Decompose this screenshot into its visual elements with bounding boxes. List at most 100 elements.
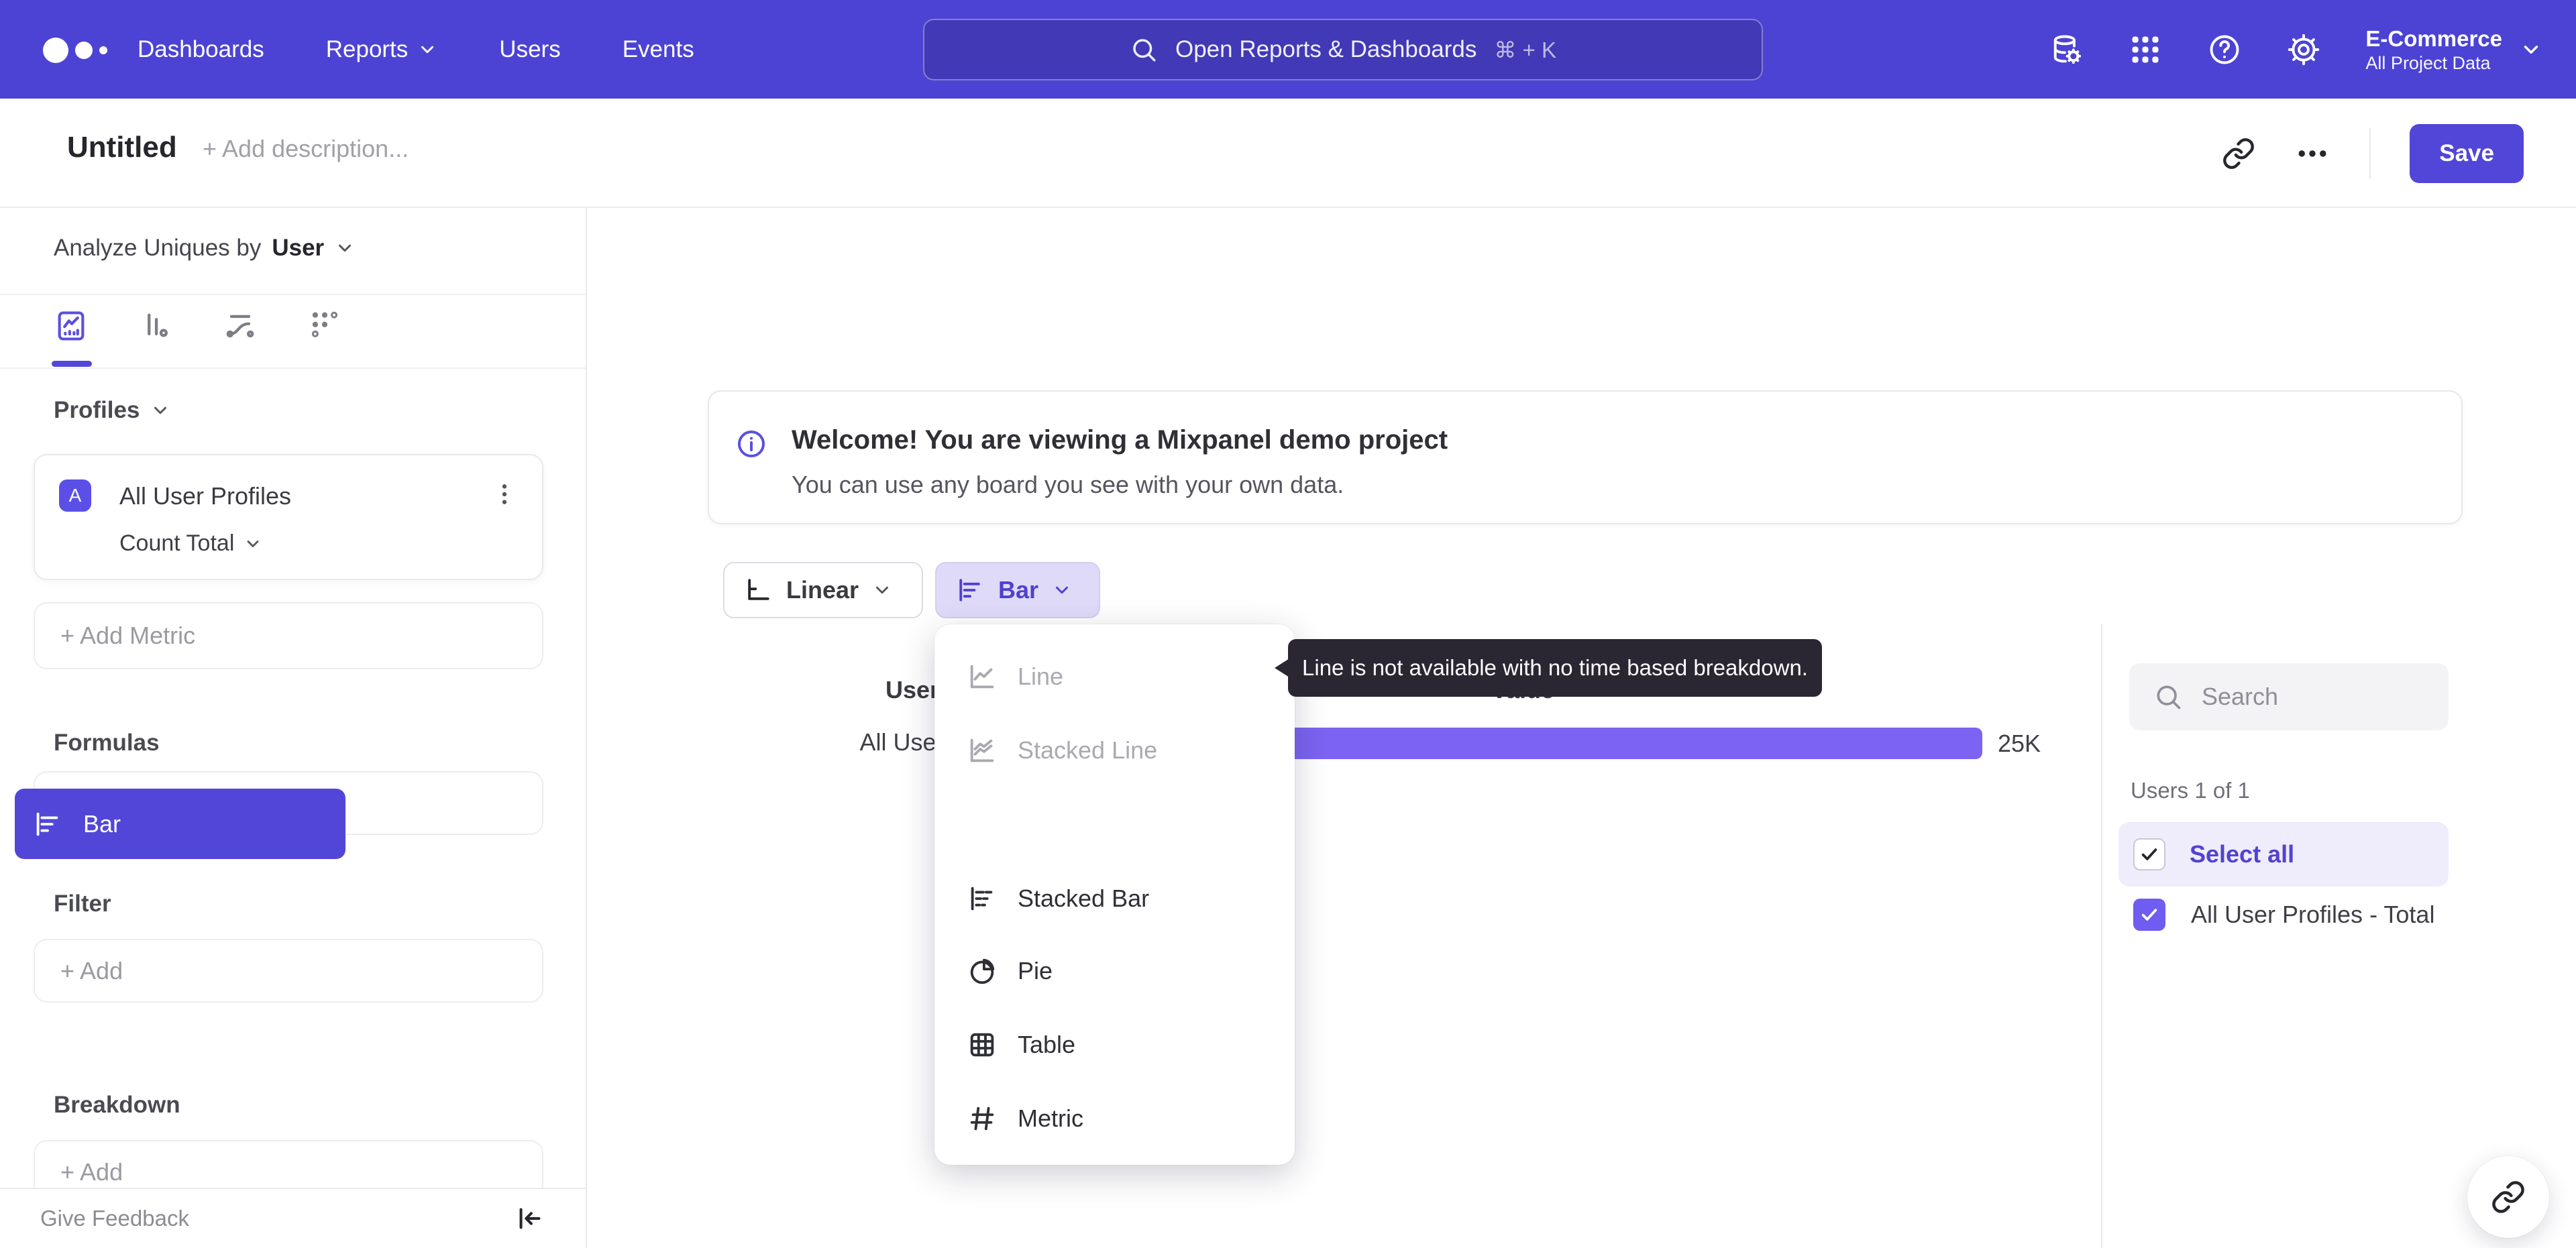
- analyze-value-dropdown[interactable]: User: [272, 235, 324, 262]
- sidebar-divider: [0, 294, 586, 295]
- menu-item-table[interactable]: Table: [934, 1009, 1295, 1081]
- menu-item-label: Bar: [83, 809, 121, 838]
- apps-grid-icon[interactable]: [2128, 32, 2163, 67]
- stacked-line-icon: [970, 738, 994, 762]
- search-icon: [1133, 39, 1156, 62]
- linear-scale-icon: [748, 579, 769, 600]
- share-link-fab[interactable]: [2467, 1156, 2549, 1238]
- chevron-down-icon: [421, 46, 434, 53]
- menu-item-label: Metric: [1018, 1104, 1083, 1132]
- line-chart-icon: [970, 665, 994, 689]
- series-search-input[interactable]: [2202, 683, 2423, 711]
- menu-item-line[interactable]: Line: [934, 640, 1295, 713]
- add-filter-button[interactable]: + Add: [34, 939, 543, 1003]
- menu-item-bar[interactable]: Bar: [15, 789, 345, 859]
- nav-item-dashboards[interactable]: Dashboards: [138, 36, 264, 63]
- nav-item-events[interactable]: Events: [623, 36, 694, 63]
- data-management-icon[interactable]: [2049, 32, 2084, 67]
- menu-item-label: Table: [1018, 1031, 1076, 1058]
- settings-gear-icon[interactable]: [2286, 32, 2321, 67]
- aggregation-label: Count Total: [119, 530, 235, 556]
- panel-divider: [2101, 624, 2102, 1248]
- pie-chart-icon: [970, 958, 995, 984]
- chart-type-selector-button[interactable]: Bar: [935, 562, 1100, 618]
- project-switcher[interactable]: E-Commerce All Project Data: [2365, 25, 2542, 73]
- copy-link-icon[interactable]: [2222, 137, 2255, 170]
- chevron-down-icon: [1056, 586, 1069, 594]
- menu-item-label: Pie: [1018, 957, 1053, 984]
- tab-funnels[interactable]: [138, 308, 173, 369]
- nav-item-label: Users: [499, 36, 561, 62]
- chart-type-label: Bar: [998, 576, 1039, 604]
- tab-retention[interactable]: [307, 308, 342, 369]
- funnels-bars-icon: [148, 313, 168, 337]
- menu-item-label: Stacked Line: [1018, 736, 1158, 764]
- nav-item-reports[interactable]: Reports: [326, 36, 438, 63]
- tooltip-text: Line is not available with no time based…: [1302, 655, 1808, 680]
- stacked-bar-icon: [971, 887, 993, 911]
- search-icon: [2157, 685, 2181, 710]
- chevron-down-icon[interactable]: [150, 400, 170, 420]
- series-label: All User Profiles - Total: [2191, 901, 2435, 928]
- nav-item-users[interactable]: Users: [499, 36, 560, 63]
- series-row[interactable]: All User Profiles - Total: [2133, 899, 2434, 931]
- more-options-icon[interactable]: [2294, 135, 2330, 172]
- nav-item-label: Reports: [325, 36, 409, 62]
- chevron-down-icon[interactable]: [335, 238, 355, 258]
- tab-insights[interactable]: [54, 308, 89, 369]
- metric-letter-badge: A: [59, 479, 91, 512]
- give-feedback-link[interactable]: Give Feedback: [40, 1206, 189, 1231]
- check-icon: [2141, 848, 2157, 860]
- menu-item-metric[interactable]: Metric: [934, 1082, 1295, 1155]
- menu-item-stacked-bar[interactable]: Stacked Bar: [934, 862, 1295, 935]
- collapse-sidebar-icon[interactable]: [515, 1203, 545, 1234]
- demo-project-banner: [708, 390, 2463, 524]
- add-metric-button[interactable]: + Add Metric: [34, 602, 543, 669]
- report-title[interactable]: Untitled: [67, 131, 177, 164]
- insights-chart-icon: [58, 311, 85, 341]
- check-icon: [2141, 909, 2157, 921]
- chevron-down-icon: [2524, 45, 2538, 54]
- metric-hash-icon: [970, 1107, 994, 1131]
- add-label: + Add: [60, 956, 123, 984]
- tab-flows[interactable]: [223, 308, 258, 369]
- flows-icon: [226, 315, 254, 338]
- menu-item-label: Stacked Bar: [1018, 885, 1150, 912]
- breakdown-section-title: Breakdown: [54, 1092, 180, 1118]
- global-search-button[interactable]: Open Reports & Dashboards ⌘ + K: [923, 19, 1763, 80]
- chevron-down-icon: [876, 586, 889, 594]
- series-checkbox[interactable]: [2133, 899, 2165, 931]
- add-description-button[interactable]: + Add description...: [203, 135, 409, 163]
- aggregation-dropdown[interactable]: Count Total: [119, 530, 262, 557]
- metric-card[interactable]: A All User Profiles Count Total: [34, 454, 543, 580]
- save-button[interactable]: Save: [2410, 123, 2524, 183]
- mixpanel-logo[interactable]: [43, 38, 107, 63]
- project-name: E-Commerce: [2365, 26, 2502, 52]
- sidebar-footer: Give Feedback: [0, 1188, 586, 1248]
- menu-item-label: Line: [1018, 663, 1064, 690]
- scale-selector-button[interactable]: Linear: [723, 562, 923, 618]
- profiles-section-title[interactable]: Profiles: [54, 397, 140, 424]
- top-nav: Dashboards Reports Users Events Open Rep…: [0, 0, 2576, 99]
- bar-chart-icon: [959, 579, 980, 602]
- kebab-menu-icon[interactable]: [491, 481, 518, 508]
- menu-item-pie[interactable]: Pie: [934, 935, 1295, 1007]
- chevron-down-icon: [247, 540, 259, 547]
- info-icon: [738, 431, 765, 457]
- select-all-row[interactable]: Select all: [2118, 822, 2449, 887]
- sidebar-divider: [0, 367, 586, 369]
- series-count-label: Users 1 of 1: [2131, 778, 2250, 803]
- active-tab-underline: [52, 361, 92, 367]
- select-all-checkbox[interactable]: [2133, 838, 2165, 870]
- menu-item-stacked-line[interactable]: Stacked Line: [934, 714, 1295, 787]
- table-icon: [970, 1033, 994, 1057]
- help-icon[interactable]: [2207, 32, 2242, 67]
- report-header: Untitled + Add description... Save: [0, 99, 2576, 208]
- metric-name[interactable]: All User Profiles: [119, 482, 291, 510]
- scale-label: Linear: [786, 576, 859, 604]
- series-search-box[interactable]: [2129, 663, 2449, 730]
- copy-link-icon: [2492, 1181, 2524, 1213]
- filter-section-title: Filter: [54, 891, 111, 917]
- add-label: + Add: [60, 1157, 123, 1186]
- add-metric-label: + Add Metric: [60, 622, 196, 649]
